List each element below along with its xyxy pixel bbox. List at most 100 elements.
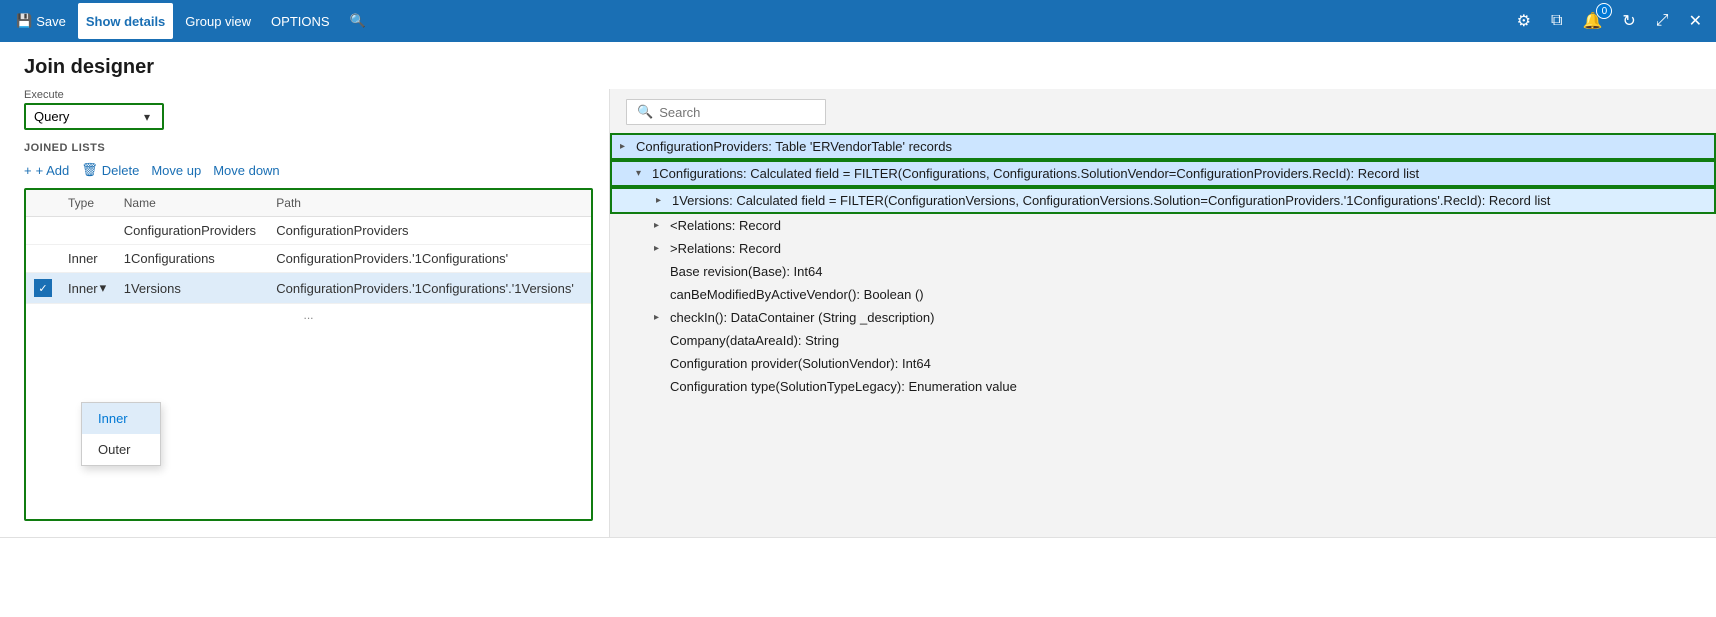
row-type-1: Inner [60, 245, 116, 273]
add-button[interactable]: + + Add [24, 161, 69, 180]
page-title: Join designer [0, 42, 1716, 89]
tree-arrow-0: ▸ [620, 141, 636, 152]
tree-item-4[interactable]: ▸ >Relations: Record [610, 237, 1716, 260]
search-input[interactable] [659, 105, 819, 120]
tree-arrow-2: ▸ [656, 195, 672, 206]
tree-item-10[interactable]: Configuration type(SolutionTypeLegacy): … [610, 375, 1716, 398]
search-bar: 🔍 [610, 89, 1716, 133]
col-check [26, 190, 60, 217]
toolbar: 💾 Save Show details Group view OPTIONS 🔍… [0, 0, 1716, 42]
delete-icon: 🗑 [81, 162, 98, 178]
show-details-label: Show details [86, 14, 165, 29]
type-value: Inner [68, 281, 98, 296]
toolbar-right: ⚙ ⧉ 🔔 0 ↻ ⤢ ✕ [1511, 7, 1708, 35]
tree-item-0[interactable]: ▸ ConfigurationProviders: Table 'ERVendo… [610, 133, 1716, 160]
execute-select-wrapper[interactable]: Query ▾ [24, 103, 164, 130]
tree-text-3: <Relations: Record [670, 218, 1716, 233]
tree-container: ▸ ConfigurationProviders: Table 'ERVendo… [610, 133, 1716, 537]
tree-arrow-3: ▸ [654, 220, 670, 231]
group-view-label: Group view [185, 14, 251, 29]
options-label: OPTIONS [271, 14, 330, 29]
notification-badge: 0 [1596, 3, 1612, 19]
toolbar-search-icon: 🔍 [350, 13, 366, 29]
search-input-wrapper[interactable]: 🔍 [626, 99, 826, 125]
tree-text-4: >Relations: Record [670, 241, 1716, 256]
save-label: Save [36, 14, 66, 29]
add-icon: + [24, 163, 32, 178]
search-icon: 🔍 [637, 104, 653, 120]
move-up-button[interactable]: Move up [151, 161, 201, 180]
toolbar-search-button[interactable]: 🔍 [342, 3, 374, 39]
save-icon: 💾 [16, 13, 32, 29]
check-mark: ✓ [34, 279, 52, 297]
dropdown-option-inner[interactable]: Inner [82, 403, 160, 434]
move-up-label: Move up [151, 163, 201, 178]
add-label: + Add [36, 163, 70, 178]
row-path-2: ConfigurationProviders.'1Configurations'… [268, 273, 591, 304]
col-type: Type [60, 190, 116, 217]
joined-lists-table: Type Name Path ConfigurationProviders Co… [26, 190, 591, 304]
move-down-button[interactable]: Move down [213, 161, 279, 180]
joined-lists-table-container: Type Name Path ConfigurationProviders Co… [24, 188, 593, 521]
tree-text-2: 1Versions: Calculated field = FILTER(Con… [672, 193, 1714, 208]
type-dropdown[interactable]: Inner ▾ [68, 280, 108, 296]
row-path-0: ConfigurationProviders [268, 217, 591, 245]
table-header-row: Type Name Path [26, 190, 591, 217]
tree-text-1: 1Configurations: Calculated field = FILT… [652, 166, 1714, 181]
tree-text-10: Configuration type(SolutionTypeLegacy): … [670, 379, 1716, 394]
tree-text-8: Company(dataAreaId): String [670, 333, 1716, 348]
row-check-1 [26, 245, 60, 273]
tree-item-3[interactable]: ▸ <Relations: Record [610, 214, 1716, 237]
settings-icon-btn[interactable]: ⚙ [1511, 7, 1537, 35]
tree-text-9: Configuration provider(SolutionVendor): … [670, 356, 1716, 371]
tree-text-7: checkIn(): DataContainer (String _descri… [670, 310, 1716, 325]
save-button[interactable]: 💾 Save [8, 3, 74, 39]
tree-item-5[interactable]: Base revision(Base): Int64 [610, 260, 1716, 283]
options-button[interactable]: OPTIONS [263, 3, 338, 39]
joined-lists-label: JOINED LISTS [24, 142, 593, 154]
type-dropdown-popup: Inner Outer [81, 402, 161, 466]
tree-item-8[interactable]: Company(dataAreaId): String [610, 329, 1716, 352]
content-area: Execute Query ▾ JOINED LISTS + + Add 🗑 D… [0, 89, 1716, 537]
table-footer: ... [26, 304, 591, 326]
notification-wrapper: 🔔 0 [1576, 7, 1608, 35]
tree-text-5: Base revision(Base): Int64 [670, 264, 1716, 279]
table-footer-text: ... [303, 308, 313, 322]
list-toolbar: + + Add 🗑 Delete Move up Move down [24, 160, 593, 180]
row-type-2[interactable]: Inner ▾ [60, 273, 116, 304]
execute-section: Execute Query ▾ [24, 89, 593, 130]
group-view-button[interactable]: Group view [177, 3, 259, 39]
tree-item-1[interactable]: ▾ 1Configurations: Calculated field = FI… [610, 160, 1716, 187]
row-path-1: ConfigurationProviders.'1Configurations' [268, 245, 591, 273]
refresh-button[interactable]: ↻ [1616, 7, 1641, 35]
close-button[interactable]: ✕ [1683, 7, 1708, 35]
row-check-0 [26, 217, 60, 245]
row-name-2: 1Versions [116, 273, 269, 304]
tree-item-6[interactable]: canBeModifiedByActiveVendor(): Boolean (… [610, 283, 1716, 306]
tree-arrow-7: ▸ [654, 312, 670, 323]
move-down-label: Move down [213, 163, 279, 178]
tree-item-7[interactable]: ▸ checkIn(): DataContainer (String _desc… [610, 306, 1716, 329]
table-row[interactable]: ConfigurationProviders ConfigurationProv… [26, 217, 591, 245]
execute-chevron-icon: ▾ [144, 110, 150, 124]
delete-button[interactable]: 🗑 Delete [81, 160, 139, 180]
tree-item-2[interactable]: ▸ 1Versions: Calculated field = FILTER(C… [610, 187, 1716, 214]
execute-label: Execute [24, 89, 593, 101]
right-panel: 🔍 ▸ ConfigurationProviders: Table 'ERVen… [610, 89, 1716, 537]
main-content: Join designer Execute Query ▾ JOINED LIS… [0, 42, 1716, 617]
popout-button[interactable]: ⤢ [1650, 8, 1675, 34]
tree-item-9[interactable]: Configuration provider(SolutionVendor): … [610, 352, 1716, 375]
dropdown-option-outer[interactable]: Outer [82, 434, 160, 465]
left-panel: Execute Query ▾ JOINED LISTS + + Add 🗑 D… [0, 89, 610, 537]
row-name-1: 1Configurations [116, 245, 269, 273]
show-details-button[interactable]: Show details [78, 3, 173, 39]
table-row-selected[interactable]: ✓ Inner ▾ 1Versions ConfigurationProvide… [26, 273, 591, 304]
table-row[interactable]: Inner 1Configurations ConfigurationProvi… [26, 245, 591, 273]
col-name: Name [116, 190, 269, 217]
tree-arrow-1: ▾ [636, 168, 652, 179]
execute-select[interactable]: Query [34, 109, 144, 124]
bottom-panel [0, 537, 1716, 617]
row-check-2: ✓ [26, 273, 60, 304]
extension-icon-btn[interactable]: ⧉ [1545, 8, 1568, 34]
delete-label: Delete [102, 163, 140, 178]
